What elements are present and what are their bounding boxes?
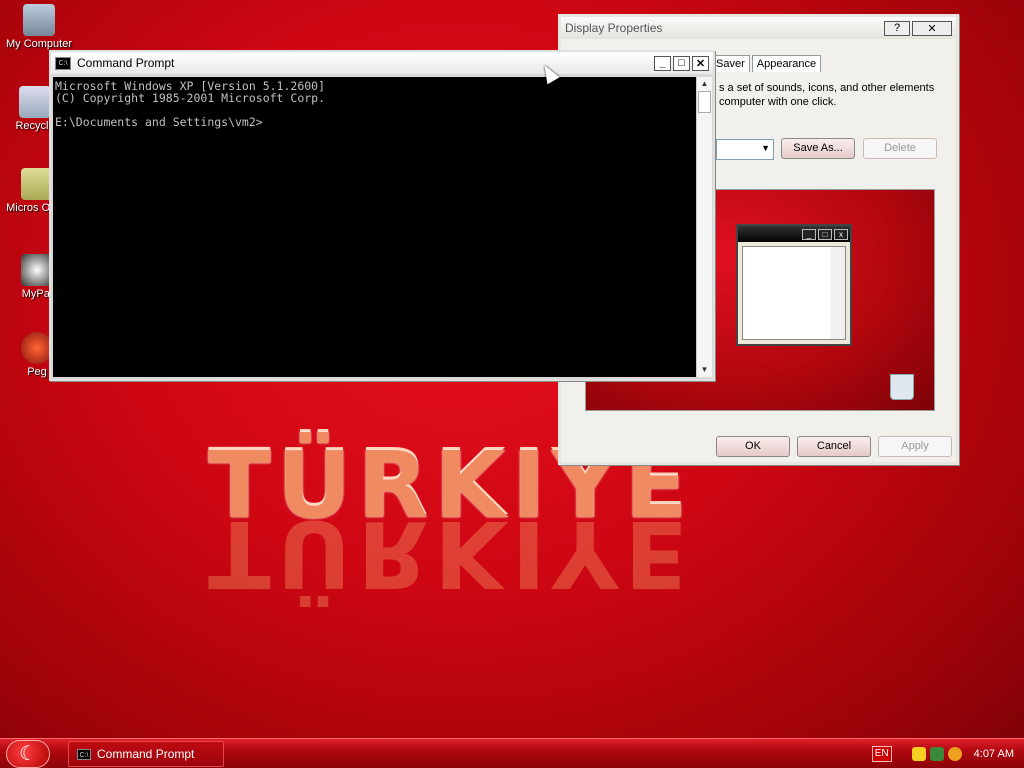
tab-screen-saver[interactable]: Saver bbox=[711, 55, 750, 72]
command-prompt-titlebar[interactable]: C:\ Command Prompt _ □ ✕ bbox=[51, 52, 713, 74]
console-icon: C:\ bbox=[77, 748, 91, 760]
close-button[interactable]: ✕ bbox=[912, 20, 952, 36]
recycle-bin-icon bbox=[890, 374, 914, 400]
tab-strip: Saver Appearance bbox=[711, 55, 823, 72]
taskbar-item-command-prompt[interactable]: C:\ Command Prompt bbox=[68, 741, 224, 767]
close-icon: x bbox=[834, 228, 848, 240]
wallpaper-title-reflection: TÜRKIYE bbox=[208, 500, 694, 607]
taskbar-item-label: Command Prompt bbox=[97, 747, 195, 761]
save-as-button[interactable]: Save As... bbox=[781, 138, 855, 159]
system-tray: EN 4:07 AM bbox=[871, 739, 1024, 768]
shield-icon[interactable] bbox=[911, 747, 926, 761]
search-icon[interactable] bbox=[947, 747, 962, 761]
window-title: Display Properties bbox=[565, 21, 663, 35]
preview-body bbox=[742, 246, 846, 340]
vertical-scrollbar[interactable]: ▲ ▼ bbox=[696, 77, 712, 377]
preview-scrollbar bbox=[831, 247, 845, 339]
network-icon[interactable] bbox=[929, 747, 944, 761]
chevron-down-icon: ▼ bbox=[761, 143, 770, 153]
start-button[interactable]: ☾ bbox=[6, 740, 50, 768]
command-prompt-window: C:\ Command Prompt _ □ ✕ Microsoft Windo… bbox=[49, 50, 715, 381]
taskbar: ☾ C:\ Command Prompt EN 4:07 AM bbox=[0, 738, 1024, 768]
preview-window: _ □ x bbox=[736, 224, 852, 346]
scroll-up-icon[interactable]: ▲ bbox=[697, 77, 712, 91]
display-properties-titlebar[interactable]: Display Properties ? ✕ bbox=[561, 17, 956, 39]
cancel-button[interactable]: Cancel bbox=[797, 436, 871, 457]
scroll-down-icon[interactable]: ▼ bbox=[697, 363, 712, 377]
console-icon: C:\ bbox=[55, 56, 71, 70]
tab-appearance[interactable]: Appearance bbox=[751, 55, 822, 72]
recycle-bin-icon bbox=[19, 86, 51, 118]
minimize-button[interactable]: _ bbox=[654, 55, 671, 71]
delete-button[interactable]: Delete bbox=[863, 138, 937, 159]
theme-description: s a set of sounds, icons, and other elem… bbox=[719, 82, 935, 108]
ok-button[interactable]: OK bbox=[716, 436, 790, 457]
computer-icon bbox=[23, 4, 55, 36]
desktop-icon-my-computer[interactable]: My Computer bbox=[2, 4, 76, 51]
console-output[interactable]: Microsoft Windows XP [Version 5.1.2600] … bbox=[53, 77, 696, 377]
help-button[interactable]: ? bbox=[884, 20, 910, 36]
maximize-button[interactable]: □ bbox=[673, 55, 690, 71]
scroll-thumb[interactable] bbox=[698, 91, 711, 113]
apply-button[interactable]: Apply bbox=[878, 436, 952, 457]
minimize-icon: _ bbox=[802, 228, 816, 240]
theme-select[interactable]: ▼ bbox=[716, 139, 774, 160]
clock[interactable]: 4:07 AM bbox=[974, 748, 1014, 760]
preview-titlebar: _ □ x bbox=[738, 226, 850, 242]
window-title: Command Prompt bbox=[77, 56, 175, 70]
language-indicator[interactable]: EN bbox=[871, 746, 892, 762]
maximize-icon: □ bbox=[818, 228, 832, 240]
close-button[interactable]: ✕ bbox=[692, 55, 709, 71]
